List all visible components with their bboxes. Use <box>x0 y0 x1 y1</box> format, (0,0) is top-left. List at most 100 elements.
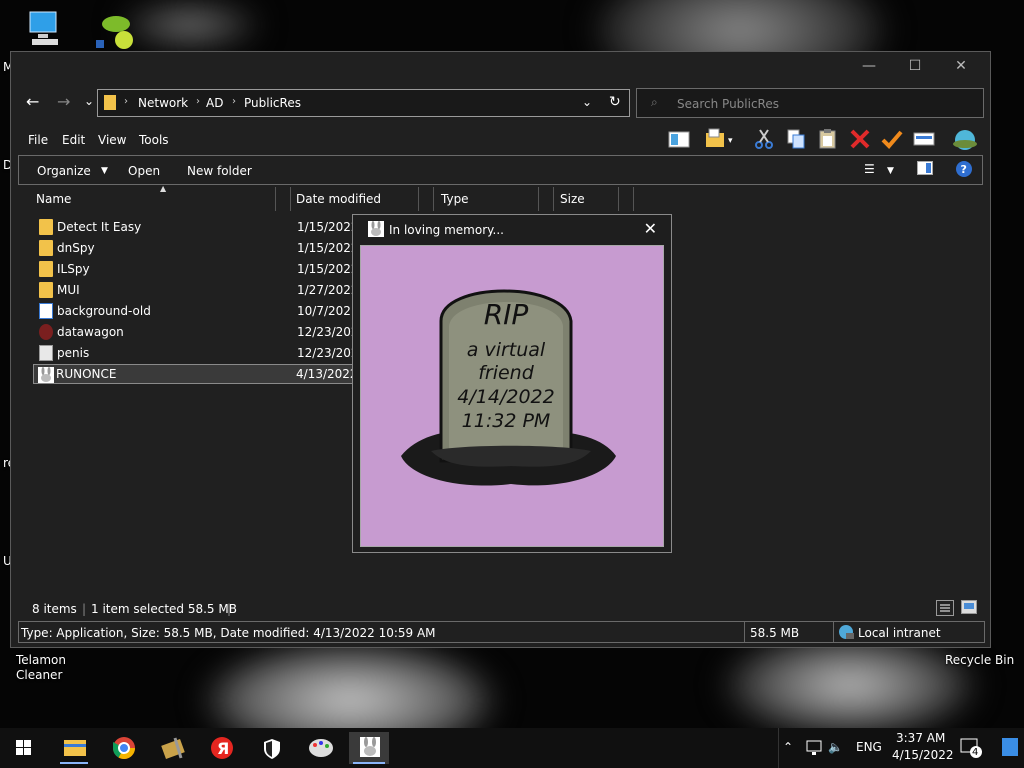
file-row[interactable]: dnSpy 1/15/2022 <box>33 238 359 258</box>
clock-time[interactable]: 3:37 AM <box>896 731 945 745</box>
file-row[interactable]: MUI 1/27/2022 <box>33 280 359 300</box>
dialog-close-button[interactable]: ✕ <box>644 219 657 238</box>
copy-icon[interactable] <box>785 128 807 150</box>
delete-icon[interactable] <box>849 128 871 150</box>
column-divider[interactable] <box>553 187 554 211</box>
tombstone-image: RIP a virtual friend 4/14/2022 11:32 PM <box>360 245 664 547</box>
column-divider[interactable] <box>618 187 619 211</box>
tombstone-rip: RIP <box>484 298 529 331</box>
globe-icon[interactable] <box>952 128 977 150</box>
view-dropdown-icon[interactable]: ▼ <box>887 166 894 176</box>
breadcrumb-publicres[interactable]: PublicRes <box>244 96 301 110</box>
folder-options-icon[interactable]: ▾ <box>705 128 733 150</box>
forward-button[interactable]: → <box>57 92 70 111</box>
preview-pane-icon[interactable] <box>668 128 690 150</box>
column-divider[interactable] <box>633 187 634 211</box>
menu-edit[interactable]: Edit <box>62 133 85 147</box>
breadcrumb-ad[interactable]: AD <box>206 96 223 110</box>
menu-view[interactable]: View <box>98 133 126 147</box>
runonce-taskbar-icon[interactable] <box>349 732 389 764</box>
file-row[interactable]: ILSpy 1/15/2022 <box>33 259 359 279</box>
security-shield-icon[interactable] <box>252 732 292 764</box>
show-hidden-icons-button[interactable]: ⌃ <box>783 740 793 754</box>
folder-icon <box>39 219 53 235</box>
properties-icon[interactable] <box>913 128 935 150</box>
column-divider[interactable] <box>275 187 276 211</box>
status-separator: | <box>82 602 87 616</box>
menu-tools[interactable]: Tools <box>139 133 169 147</box>
file-row[interactable]: Detect It Easy 1/15/2022 <box>33 217 359 237</box>
recent-locations-button[interactable]: ⌄ <box>84 94 94 108</box>
organize-dropdown-icon[interactable]: ▼ <box>101 166 108 176</box>
this-pc-icon[interactable] <box>26 10 60 45</box>
tombstone-line1: a virtual <box>467 339 546 361</box>
item-count: 8 items <box>32 602 77 616</box>
open-button[interactable]: Open <box>128 164 160 178</box>
column-divider[interactable] <box>433 187 434 211</box>
statusbar-divider <box>744 622 745 642</box>
desktop-icon-recycle-bin-label[interactable]: Recycle Bin <box>945 653 1014 668</box>
network-icon[interactable] <box>806 740 824 759</box>
telamon-cleaner-icon[interactable] <box>96 10 136 50</box>
file-name: penis <box>57 346 90 360</box>
file-date: 10/7/2021 <box>297 304 359 318</box>
breadcrumb-network[interactable]: Network <box>138 96 188 110</box>
tray-divider <box>778 728 779 768</box>
status-bar: Type: Application, Size: 58.5 MB, Date m… <box>18 621 985 643</box>
menu-file[interactable]: File <box>28 133 48 147</box>
minimize-button[interactable]: — <box>846 58 892 74</box>
start-button[interactable] <box>4 732 44 764</box>
bunny-app-icon <box>38 367 54 383</box>
search-input[interactable]: Search PublicRes <box>677 97 779 111</box>
search-box[interactable]: ⌕ Search PublicRes <box>636 88 984 118</box>
organize-button[interactable]: Organize <box>37 164 91 178</box>
close-button[interactable]: ✕ <box>938 58 984 74</box>
tombstone-line2: friend <box>478 362 535 384</box>
column-divider[interactable] <box>290 187 291 211</box>
help-icon[interactable]: ? <box>955 160 973 181</box>
checkmark-icon[interactable] <box>881 128 903 150</box>
address-dropdown-button[interactable]: ⌄ <box>582 95 592 109</box>
wallpaper-shape <box>120 0 260 50</box>
column-type[interactable]: Type <box>441 192 469 206</box>
change-view-icon[interactable]: ☰ <box>864 162 875 176</box>
back-button[interactable]: ← <box>26 92 39 111</box>
column-divider[interactable] <box>418 187 419 211</box>
cut-icon[interactable] <box>753 128 775 150</box>
new-folder-button[interactable]: New folder <box>187 164 252 178</box>
file-explorer-icon[interactable] <box>54 732 94 764</box>
chrome-icon[interactable] <box>104 732 144 764</box>
clock-date[interactable]: 4/15/2022 <box>892 748 954 762</box>
address-bar[interactable]: › Network › AD › PublicRes ⌄ ↻ <box>97 89 630 117</box>
file-date: 1/15/2022 <box>297 262 359 276</box>
desktop-icon-telamon-label[interactable]: Telamon Cleaner <box>16 653 76 683</box>
details-view-button[interactable] <box>936 600 954 619</box>
file-row[interactable]: datawagon 12/23/2021 <box>33 322 366 342</box>
column-divider[interactable] <box>538 187 539 211</box>
column-date-modified[interactable]: Date modified <box>296 192 381 206</box>
svg-text:▾: ▾ <box>728 136 733 146</box>
notification-count-badge: 4 <box>972 747 979 758</box>
preview-pane-toggle-icon[interactable] <box>917 161 933 178</box>
search-icon: ⌕ <box>651 95 658 109</box>
language-indicator[interactable]: ENG <box>856 740 882 754</box>
yandex-browser-icon[interactable]: Я <box>202 732 242 764</box>
file-row[interactable]: penis 12/23/2021 <box>33 343 366 363</box>
column-size[interactable]: Size <box>560 192 585 206</box>
paint-app-icon[interactable] <box>301 732 341 764</box>
setup-tool-icon[interactable] <box>153 732 193 764</box>
notifications-icon[interactable] <box>960 737 982 762</box>
show-desktop-button[interactable] <box>1002 738 1018 756</box>
file-row[interactable]: background-old 10/7/2021 <box>33 301 359 321</box>
file-date: 1/27/2022 <box>297 283 359 297</box>
paste-icon[interactable] <box>817 128 839 150</box>
file-name: dnSpy <box>57 241 95 255</box>
volume-icon[interactable]: 🔈 <box>828 740 843 754</box>
large-icons-view-button[interactable] <box>961 600 977 617</box>
refresh-button[interactable]: ↻ <box>609 94 621 110</box>
maximize-button[interactable]: ☐ <box>892 58 938 74</box>
file-date: 1/15/2022 <box>297 241 359 255</box>
command-bar: Organize ▼ Open New folder ☰ ▼ ? <box>18 155 983 185</box>
file-row-selected[interactable]: RUNONCE 4/13/2022 <box>33 364 358 384</box>
column-name[interactable]: Name <box>36 192 71 206</box>
